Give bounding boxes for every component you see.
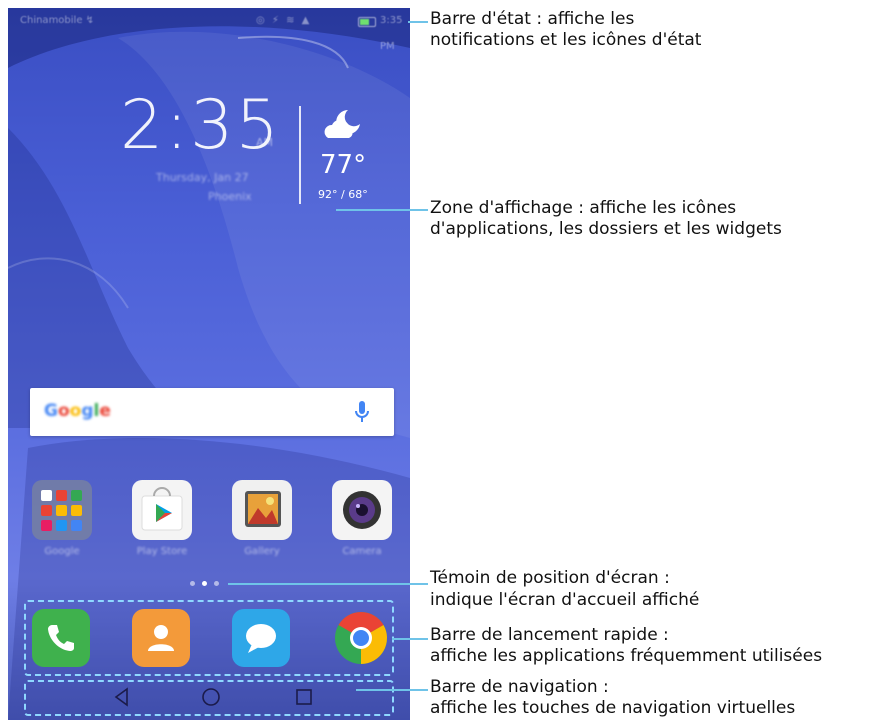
gallery-glyph xyxy=(245,491,281,527)
page-dot-active xyxy=(202,581,207,586)
app-label: Google xyxy=(44,546,80,557)
callout-indicator-line1: Témoin de position d'écran : xyxy=(430,568,670,588)
callout-nav-line2: affiche les touches de navigation virtue… xyxy=(430,698,796,718)
status-clock: 3:35 PM xyxy=(380,15,403,52)
callout-dock-line1: Barre de lancement rapide : xyxy=(430,625,669,645)
callout-nav-line1: Barre de navigation : xyxy=(430,677,609,697)
widget-divider xyxy=(299,106,301,204)
cloud-moon-icon[interactable] xyxy=(322,108,362,144)
callout-line-statusbar xyxy=(408,21,428,23)
phone-screen: Chinamobile ↯ ◎ ⚡ ≋ ▲ 3:35 PM 2:35 AM Th… xyxy=(8,8,410,720)
messages-icon[interactable] xyxy=(232,609,290,667)
google-letter: e xyxy=(99,401,111,421)
back-icon[interactable] xyxy=(112,686,132,708)
google-letter: g xyxy=(81,401,94,421)
callout-line-dock xyxy=(392,638,428,640)
status-icons: ◎ ⚡ ≋ ▲ xyxy=(256,15,312,26)
phone-icon[interactable] xyxy=(32,609,90,667)
recents-icon[interactable] xyxy=(294,686,314,708)
camera-icon[interactable] xyxy=(332,480,392,540)
page-dot xyxy=(214,581,219,586)
app-label: Play Store xyxy=(136,546,188,557)
mic-icon[interactable] xyxy=(355,400,369,424)
google-letter: o xyxy=(69,401,82,421)
folder-icon xyxy=(41,490,82,531)
google-letter: o xyxy=(57,401,70,421)
callout-dock-line2: affiche les applications fréquemment uti… xyxy=(430,646,823,666)
callout-display-line1: Zone d'affichage : affiche les icônes xyxy=(430,198,737,218)
chrome-glyph xyxy=(335,612,387,664)
camera-glyph xyxy=(343,491,381,529)
contacts-glyph xyxy=(148,625,174,651)
weather-range: 92° / 68° xyxy=(318,188,368,201)
play-store-glyph xyxy=(141,487,183,531)
google-folder-icon[interactable] xyxy=(32,480,92,540)
callout-line-display xyxy=(336,209,428,211)
callout-statusbar-line1: Barre d'état : affiche les xyxy=(430,9,635,29)
contacts-icon[interactable] xyxy=(132,609,190,667)
callout-indicator-line2: indique l'écran d'accueil affiché xyxy=(430,590,700,610)
carrier-label: Chinamobile ↯ xyxy=(20,15,95,26)
weather-temperature: 77° xyxy=(320,150,367,180)
google-logo: Google xyxy=(44,401,111,421)
callout-display-line2: d'applications, les dossiers et les widg… xyxy=(430,219,782,239)
play-store-icon[interactable] xyxy=(132,480,192,540)
callout-statusbar-line2: notifications et les icônes d'état xyxy=(430,30,702,50)
clock-time[interactable]: 2:35 xyxy=(120,86,281,165)
google-letter: G xyxy=(44,401,58,421)
status-bar: Chinamobile ↯ ◎ ⚡ ≋ ▲ 3:35 PM xyxy=(8,8,410,52)
app-label: Camera xyxy=(342,546,382,557)
home-icon[interactable] xyxy=(200,686,222,708)
clock-ampm: AM xyxy=(256,136,274,149)
phone-glyph xyxy=(48,625,74,651)
page-dot xyxy=(190,581,195,586)
google-search-bar[interactable]: Google xyxy=(30,388,394,436)
chrome-icon[interactable] xyxy=(332,609,390,667)
messages-glyph xyxy=(246,624,276,653)
gallery-icon[interactable] xyxy=(232,480,292,540)
callout-line-indicator xyxy=(228,583,428,585)
battery-icon xyxy=(358,17,376,27)
app-label: Gallery xyxy=(244,546,280,557)
clock-location: Phoenix xyxy=(208,190,252,203)
clock-date: Thursday, Jan 27 xyxy=(156,171,249,184)
callout-line-nav xyxy=(356,689,428,691)
